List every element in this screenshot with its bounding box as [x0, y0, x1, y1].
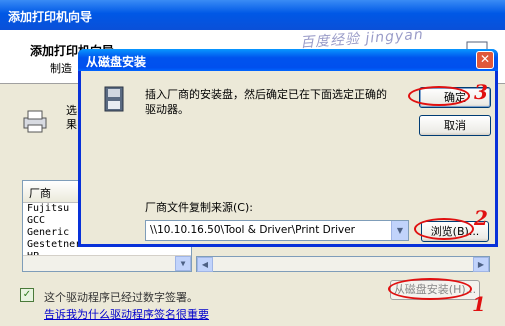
close-icon[interactable]: ✕ [476, 51, 494, 69]
signature-info-link[interactable]: 告诉我为什么驱动程序签名很重要 [44, 306, 209, 322]
scroll-right-icon[interactable]: ▶ [473, 257, 489, 272]
printer-icon [23, 110, 47, 133]
chevron-down-icon[interactable]: ▼ [391, 221, 408, 240]
wizard-instructions-line2: 果 [66, 118, 77, 131]
wizard-title-bar: 添加打印机向导 [0, 0, 505, 30]
install-from-disk-dialog: 从磁盘安装 ✕ 插入厂商的安装盘，然后确定已在下面选定正确的驱动器。 确定 取消… [78, 49, 498, 247]
wizard-instructions: 选 果 [66, 104, 77, 132]
annotation-number-3: 3 [474, 80, 488, 104]
source-path-combobox[interactable]: \\10.10.16.50\Tool & Driver\Print Driver… [145, 220, 409, 241]
annotation-number-1: 1 [472, 292, 486, 316]
annotation-number-2: 2 [474, 206, 488, 230]
annotation-circle-browse [414, 218, 474, 240]
source-path-label: 厂商文件复制来源(C): [145, 201, 253, 214]
source-path-value[interactable]: \\10.10.16.50\Tool & Driver\Print Driver [150, 224, 355, 236]
cancel-button[interactable]: 取消 [419, 115, 491, 136]
dialog-title-bar: 从磁盘安装 ✕ [78, 49, 498, 71]
wizard-title: 添加打印机向导 [8, 10, 93, 24]
dialog-title: 从磁盘安装 [86, 55, 147, 69]
floppy-disk-icon [104, 86, 124, 112]
scroll-left-icon[interactable]: ◀ [197, 257, 213, 272]
wizard-instructions-line1: 选 [66, 104, 77, 117]
annotation-circle-ok [408, 86, 470, 106]
dialog-message: 插入厂商的安装盘，然后确定已在下面选定正确的驱动器。 [145, 88, 387, 116]
signed-driver-icon: ✓ [20, 288, 34, 302]
model-horizontal-scrollbar[interactable]: ◀ ▶ [196, 256, 490, 272]
wizard-header-subtitle: 制造 [50, 62, 72, 75]
signature-status-text: 这个驱动程序已经过数字签署。 [44, 291, 198, 304]
scroll-down-icon[interactable]: ▼ [175, 256, 191, 271]
manufacturer-scrollbar[interactable]: ▼ [23, 255, 191, 271]
annotation-circle-have-disk [388, 278, 472, 300]
